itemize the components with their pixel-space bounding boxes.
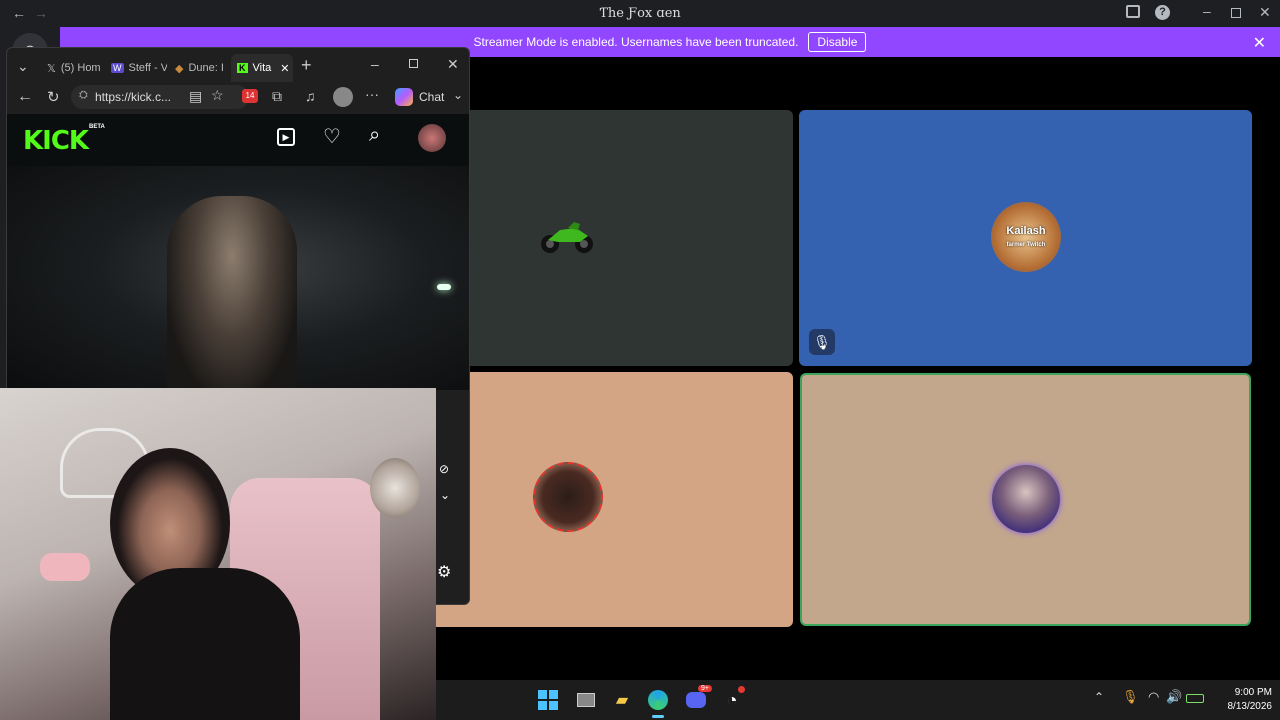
file-explorer-icon[interactable]: ▰: [610, 688, 634, 712]
browse-icon[interactable]: ▶: [277, 128, 295, 146]
plush-toy: [370, 458, 420, 518]
kick-logo[interactable]: KICK: [23, 126, 89, 156]
copilot-icon[interactable]: [395, 88, 413, 106]
x-logo-icon: 𝕏: [47, 62, 56, 75]
more-menu-icon[interactable]: ···: [365, 86, 379, 102]
portrait-avatar: [992, 465, 1060, 533]
stream-video[interactable]: [7, 166, 469, 396]
browser-tab[interactable]: W Steff - V: [105, 54, 167, 82]
windows-start-icon[interactable]: [536, 688, 560, 712]
close-icon[interactable]: ✕: [1259, 4, 1271, 21]
time: 9:00 PM: [1234, 687, 1272, 698]
task-view-icon[interactable]: [574, 688, 598, 712]
chat-label[interactable]: Chat: [419, 90, 444, 104]
chevron-down-icon[interactable]: ⌄: [453, 88, 463, 102]
person-body: [110, 568, 300, 720]
reader-icon[interactable]: ▤: [189, 88, 202, 105]
taskbar: ▰ 9+ ◔ ⌃ 🎙 ◠ 🔊 9:00 PM 8/13/2026: [436, 680, 1280, 720]
banner-text: Streamer Mode is enabled. Usernames have…: [473, 35, 799, 49]
microphone: [40, 553, 90, 581]
profile-avatar[interactable]: [333, 87, 353, 107]
new-tab-icon[interactable]: +: [301, 55, 312, 76]
kailash-avatar: Kailash farmer Twitch: [991, 202, 1061, 272]
motorcycle-avatar: [540, 220, 594, 256]
notification-badge: 9+: [698, 685, 712, 692]
tab-list-icon[interactable]: ⌄: [17, 58, 29, 75]
anime-avatar: [533, 462, 603, 532]
chevron-up-icon[interactable]: ⌃: [1094, 690, 1104, 704]
maximize-icon[interactable]: [409, 59, 418, 68]
wifi-icon[interactable]: ◠: [1148, 689, 1159, 705]
participant-tile[interactable]: Kailash farmer Twitch 🎙: [799, 110, 1252, 366]
close-tab-icon[interactable]: ✕: [280, 62, 289, 75]
favorite-star-icon[interactable]: ☆: [211, 87, 224, 104]
settings-gear-icon[interactable]: ⚙: [437, 562, 451, 582]
muted-mic-icon: 🎙: [809, 329, 835, 355]
participant-tile-speaking[interactable]: [800, 373, 1251, 626]
media-icon[interactable]: ♫: [305, 88, 316, 104]
site-info-icon[interactable]: ⛭: [79, 89, 88, 102]
minimize-icon[interactable]: –: [371, 56, 379, 72]
extension-badge-icon[interactable]: 14: [242, 89, 258, 103]
kick-header: KICK BETA ▶ ♡ ⌕: [7, 114, 469, 166]
chevron-down-icon[interactable]: ⌄: [440, 488, 450, 502]
close-banner-icon[interactable]: ✕: [1253, 33, 1266, 53]
date: 8/13/2026: [1227, 701, 1273, 712]
eye-off-icon[interactable]: ⊘: [439, 462, 449, 476]
active-app-indicator: [652, 715, 664, 718]
refresh-icon[interactable]: ↻: [47, 88, 60, 106]
user-avatar[interactable]: [418, 124, 446, 152]
url-text: https://kick.c...: [95, 90, 172, 104]
app-icon: W: [111, 63, 124, 73]
maximize-icon[interactable]: [1231, 8, 1241, 18]
discord-title-bar: ← → Ƭhe Ƒox ɑen ? – ✕: [0, 0, 1280, 27]
clock[interactable]: 9:00 PM 8/13/2026: [1228, 686, 1273, 714]
browser-tab[interactable]: 𝕏 (5) Hom: [41, 54, 103, 82]
help-icon[interactable]: ?: [1155, 5, 1170, 20]
streamer-figure: [167, 196, 297, 396]
battery-icon[interactable]: [1186, 694, 1204, 703]
beta-label: BETA: [89, 124, 105, 130]
recording-dot: [738, 686, 745, 693]
search-icon[interactable]: ⌕: [369, 124, 380, 147]
participant-tile[interactable]: [430, 110, 793, 366]
browser-tab-active[interactable]: K Vita ✕: [231, 54, 293, 82]
game-icon: ◆: [175, 62, 184, 75]
edge-browser-icon[interactable]: [646, 688, 670, 712]
inbox-icon[interactable]: [1126, 5, 1140, 18]
microphone-icon[interactable]: 🎙: [1122, 689, 1139, 705]
participant-tile[interactable]: [430, 372, 793, 627]
back-icon[interactable]: ←: [17, 88, 33, 106]
window-title: Ƭhe Ƒox ɑen: [599, 6, 681, 21]
minimize-icon[interactable]: –: [1203, 3, 1211, 19]
extensions-icon[interactable]: ⧉: [272, 88, 282, 105]
heart-icon[interactable]: ♡: [323, 124, 341, 149]
webcam-overlay: [0, 388, 436, 720]
browser-tab[interactable]: ◆ Dune: I: [169, 54, 231, 82]
close-icon[interactable]: ✕: [447, 56, 459, 73]
kick-icon: K: [237, 63, 248, 73]
volume-icon[interactable]: 🔊: [1166, 689, 1182, 705]
disable-button[interactable]: Disable: [808, 32, 867, 52]
dashboard-light: [437, 284, 451, 290]
